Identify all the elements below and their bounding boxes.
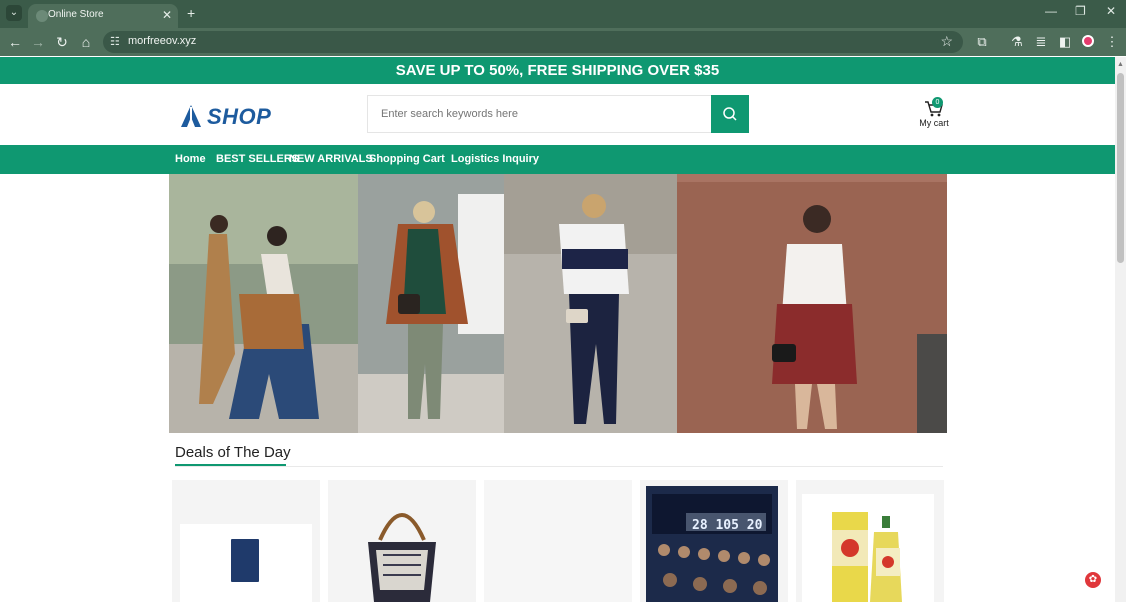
bookmark-star-icon[interactable]: ☆ (940, 33, 953, 50)
site-info-icon[interactable]: ☷ (110, 35, 120, 48)
cart-label[interactable]: My cart (916, 118, 952, 128)
promo-banner: SAVE UP TO 50%, FREE SHIPPING OVER $35 (0, 57, 1115, 84)
favicon-icon (36, 10, 48, 22)
deals-heading: Deals of The Day (175, 444, 291, 461)
back-icon[interactable]: ← (7, 34, 23, 50)
page-scrollbar[interactable]: ▲ (1115, 57, 1126, 602)
side-panel-icon[interactable]: ◧ (1058, 34, 1072, 50)
search-input[interactable] (368, 96, 688, 132)
passport-wallet-image (180, 524, 312, 602)
radio-display-text: 28 105 20 (692, 518, 763, 533)
logo-text[interactable]: SHOP (207, 104, 271, 130)
product-card[interactable]: 28 105 20 (640, 480, 788, 602)
restore-icon[interactable]: ❐ (1075, 4, 1086, 18)
nav-shopping-cart[interactable]: Shopping Cart (369, 153, 445, 165)
section-divider (175, 466, 943, 467)
nav-new-arrivals[interactable]: NEW ARRIVALS (289, 153, 373, 165)
search-icon (723, 107, 737, 121)
street-style-photo-3 (504, 174, 677, 433)
scroll-thumb[interactable] (1117, 73, 1124, 263)
forward-icon[interactable]: → (30, 34, 46, 50)
perfume-bottles-image (802, 494, 934, 602)
street-style-photo-2 (358, 174, 504, 433)
product-card[interactable] (328, 480, 476, 602)
main-nav: Home BEST SELLERS NEW ARRIVALS Shopping … (0, 145, 1115, 174)
bucket-bag-image (368, 513, 436, 602)
street-style-photo-1 (169, 174, 358, 433)
search-box (367, 95, 711, 133)
nav-logistics-inquiry[interactable]: Logistics Inquiry (451, 153, 539, 165)
close-tab-icon[interactable]: ✕ (162, 8, 172, 22)
address-bar[interactable]: ☷ morfreeov.xyz ☆ (103, 31, 963, 53)
extensions-icon[interactable]: ⧉ (975, 34, 989, 50)
blank-image (484, 480, 632, 602)
minimize-icon[interactable]: — (1045, 4, 1057, 18)
product-card[interactable] (172, 480, 320, 602)
nav-best-sellers[interactable]: BEST SELLERS (216, 153, 299, 165)
new-tab-button[interactable]: + (187, 5, 195, 21)
nav-home[interactable]: Home (175, 153, 206, 165)
browser-toolbar: ← → ↻ ⌂ ☷ morfreeov.xyz ☆ ⧉ ⚗ ≣ ◧ ⋮ (0, 28, 1126, 56)
cb-radio-image (646, 486, 778, 602)
search-button[interactable] (711, 95, 749, 133)
tab-title: Online Store (48, 9, 104, 20)
tab-search-icon[interactable]: ⌄ (6, 5, 22, 21)
browser-tab-bar: ⌄ Online Store ✕ + — ❐ ✕ (0, 0, 1126, 28)
close-window-icon[interactable]: ✕ (1106, 4, 1116, 18)
url-text: morfreeov.xyz (128, 35, 197, 47)
street-style-photo-4 (677, 174, 947, 433)
product-card[interactable] (796, 480, 944, 602)
browser-tab[interactable]: Online Store ✕ (28, 4, 178, 28)
chat-widget-icon[interactable]: ✿ (1085, 572, 1101, 588)
cart-count-badge: 0 (932, 97, 943, 108)
scroll-up-icon[interactable]: ▲ (1117, 61, 1124, 68)
profile-avatar[interactable] (1082, 35, 1094, 47)
home-icon[interactable]: ⌂ (78, 34, 94, 50)
reload-icon[interactable]: ↻ (54, 34, 70, 51)
menu-icon[interactable]: ⋮ (1105, 34, 1119, 50)
labs-icon[interactable]: ⚗ (1010, 34, 1024, 50)
product-card[interactable] (484, 480, 632, 602)
hero-banner[interactable] (169, 174, 947, 433)
media-icon[interactable]: ≣ (1034, 34, 1048, 50)
